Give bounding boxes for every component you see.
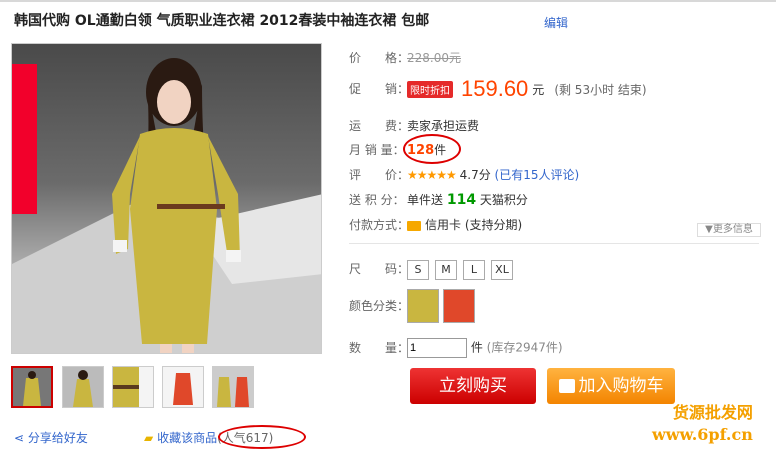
price-row: 价 格：228.00元 (349, 49, 461, 66)
shopping-cart-icon (558, 379, 575, 393)
share-label: 分享给好友 (27, 431, 88, 445)
add-to-cart-button[interactable]: 加入购物车 (547, 368, 675, 404)
thumbnail-5[interactable] (212, 366, 254, 408)
size-row: 尺 码： S M L XL (349, 260, 519, 280)
promo-badge: 限时折扣 (407, 80, 453, 98)
quantity-label: 数 量： (349, 340, 410, 355)
points-row: 送 积 分： 单件送 114 天猫积分 (349, 191, 528, 208)
rating-row: 评 价：★★★★★ 4.7分 (已有15人评论) (349, 166, 579, 183)
size-option-xl[interactable]: XL (491, 260, 513, 280)
points-prefix: 单件送 (407, 193, 444, 207)
thumbnail-4[interactable] (162, 366, 204, 408)
stock-count: (库存2947件) (486, 340, 563, 355)
highlight-oval-sales (403, 134, 461, 164)
points-label: 送 积 分： (349, 193, 405, 207)
add-to-cart-label: 加入购物车 (578, 376, 664, 396)
size-label: 尺 码： (349, 262, 410, 276)
rating-stars-icon: ★★★★★ (407, 168, 457, 182)
color-option-yellow[interactable] (407, 289, 439, 323)
rating-label: 评 价： (349, 168, 410, 182)
share-button[interactable]: ⋖ 分享给好友 (14, 429, 88, 446)
quantity-row: 数 量： 件 (库存2947件) (349, 338, 563, 358)
favorite-label: 收藏该商品 (157, 431, 218, 445)
buy-now-button[interactable]: 立刻购买 (410, 368, 536, 404)
share-icon: ⋖ (14, 431, 25, 445)
thumbnail-2[interactable] (62, 366, 104, 408)
section-divider (349, 243, 759, 244)
product-title: 韩国代购 OL通勤白领 气质职业连衣裙 2012春装中袖连衣裙 包邮 (14, 13, 430, 29)
highlight-oval-popularity (218, 425, 306, 449)
color-row: 颜色分类： (349, 289, 479, 323)
watermark-line-1: 货源批发网 (672, 403, 753, 422)
points-suffix: 天猫积分 (479, 193, 528, 207)
points-value: 114 (446, 192, 477, 208)
thumbnail-3[interactable] (112, 366, 154, 408)
promo-remaining-time: (剩 53小时 结束) (554, 82, 647, 97)
more-info-toggle[interactable]: ▼更多信息 (697, 223, 761, 237)
site-watermark: 货源批发网 www.6pf.cn (652, 402, 753, 446)
shipping-value: 卖家承担运费 (407, 119, 480, 133)
thumbnail-1[interactable] (11, 366, 53, 408)
review-count-link[interactable]: (已有15人评论) (495, 168, 580, 182)
quantity-unit: 件 (470, 340, 483, 355)
size-option-l[interactable]: L (463, 260, 485, 280)
promo-price-unit: 元 (532, 82, 545, 97)
edit-link[interactable]: 编辑 (544, 14, 568, 31)
thumbnail-strip (11, 366, 331, 408)
credit-card-icon (407, 220, 421, 231)
size-option-m[interactable]: M (435, 260, 457, 280)
promo-row: 促 销：限时折扣 159.60 元 (剩 53小时 结束) (349, 76, 647, 102)
shipping-label: 运 费： (349, 119, 410, 133)
payment-label: 付款方式： (349, 218, 410, 232)
watermark-line-2: www.6pf.cn (652, 425, 753, 444)
original-price: 228.00元 (407, 51, 461, 65)
payment-row: 付款方式： 信用卡 (支持分期) (349, 216, 522, 233)
color-option-red[interactable] (443, 289, 475, 323)
quantity-input[interactable] (407, 338, 467, 358)
size-option-s[interactable]: S (407, 260, 429, 280)
payment-value: 信用卡 (支持分期) (425, 218, 523, 232)
main-product-image[interactable] (11, 43, 322, 354)
price-label: 价 格： (349, 51, 410, 65)
rating-score: 4.7分 (459, 168, 491, 182)
shipping-row: 运 费：卖家承担运费 (349, 117, 479, 134)
favorite-folder-icon: ▰ (144, 431, 154, 445)
promo-price: 159.60 (461, 76, 529, 101)
promo-label: 促 销： (349, 81, 410, 96)
sales-label: 月 销 量： (349, 143, 405, 157)
dress-model-photo (12, 58, 321, 353)
top-divider (0, 0, 776, 2)
color-label: 颜色分类： (349, 298, 410, 313)
